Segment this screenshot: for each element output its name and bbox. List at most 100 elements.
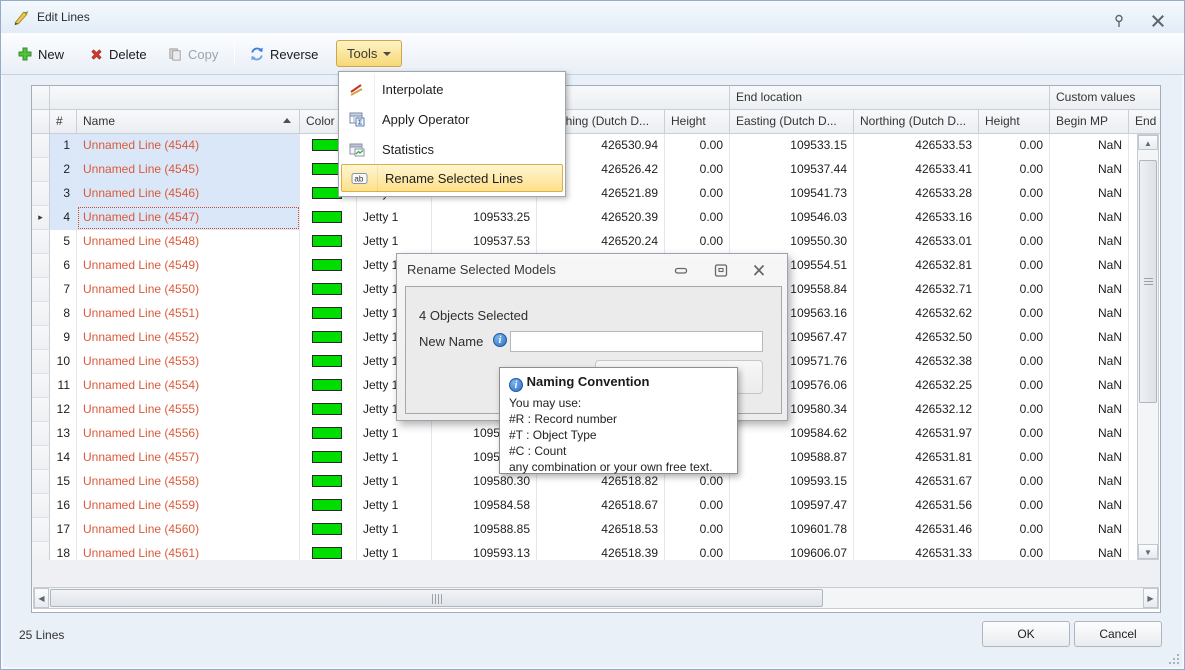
cell-eh[interactable]: 0.00 (979, 542, 1050, 560)
cell-eh[interactable]: 0.00 (979, 470, 1050, 494)
cell-group[interactable]: Jetty 1 (357, 542, 432, 560)
cell-name[interactable]: Unnamed Line (4550) (77, 278, 300, 302)
cell-bh[interactable]: 0.00 (665, 230, 730, 254)
cell-color[interactable] (300, 542, 357, 560)
cell-num[interactable]: 11 (50, 374, 77, 398)
cell-name[interactable]: Unnamed Line (4558) (77, 470, 300, 494)
cell-num[interactable]: 1 (50, 134, 77, 158)
cell-en[interactable]: 426533.53 (854, 134, 979, 158)
ok-button[interactable]: OK (982, 621, 1070, 647)
cell-color[interactable] (300, 206, 357, 230)
cell-eh[interactable]: 0.00 (979, 446, 1050, 470)
cell-eh[interactable]: 0.00 (979, 326, 1050, 350)
copy-button[interactable]: Copy (162, 41, 224, 67)
cell-color[interactable] (300, 254, 357, 278)
column-header-name[interactable]: Name (77, 110, 300, 134)
cell-mp[interactable]: NaN (1050, 230, 1129, 254)
cell-mp[interactable]: NaN (1050, 350, 1129, 374)
cell-eh[interactable]: 0.00 (979, 134, 1050, 158)
cell-en[interactable]: 426531.56 (854, 494, 979, 518)
cell-eh[interactable]: 0.00 (979, 278, 1050, 302)
cell-mp[interactable]: NaN (1050, 206, 1129, 230)
cell-eh[interactable]: 0.00 (979, 350, 1050, 374)
horizontal-scrollbar[interactable]: ◀ ▶ (33, 587, 1159, 609)
cell-bh[interactable]: 0.00 (665, 134, 730, 158)
cell-name[interactable]: Unnamed Line (4551) (77, 302, 300, 326)
cell-bh[interactable]: 0.00 (665, 158, 730, 182)
cell-ee[interactable]: 109550.30 (730, 230, 854, 254)
cell-en[interactable]: 426533.01 (854, 230, 979, 254)
cell-en[interactable]: 426532.25 (854, 374, 979, 398)
cell-mp[interactable]: NaN (1050, 374, 1129, 398)
scroll-up-icon[interactable]: ▲ (1138, 135, 1158, 150)
cell-mp[interactable]: NaN (1050, 542, 1129, 560)
maximize-icon[interactable] (714, 264, 728, 277)
cell-be[interactable]: 109584.58 (432, 494, 537, 518)
new-button[interactable]: New (11, 41, 70, 67)
cell-group[interactable]: Jetty 1 (357, 494, 432, 518)
cell-ee[interactable]: 109601.78 (730, 518, 854, 542)
cell-name[interactable]: Unnamed Line (4560) (77, 518, 300, 542)
cell-color[interactable] (300, 326, 357, 350)
cell-name[interactable]: Unnamed Line (4548) (77, 230, 300, 254)
close-icon[interactable] (752, 264, 766, 277)
cell-bn[interactable]: 426518.67 (537, 494, 665, 518)
cell-name[interactable]: Unnamed Line (4554) (77, 374, 300, 398)
cell-en[interactable]: 426532.50 (854, 326, 979, 350)
scroll-left-icon[interactable]: ◀ (34, 588, 49, 608)
cell-name[interactable]: Unnamed Line (4552) (77, 326, 300, 350)
cell-en[interactable]: 426533.28 (854, 182, 979, 206)
column-header-begin-mp[interactable]: Begin MP (1050, 110, 1129, 134)
cell-num[interactable]: 12 (50, 398, 77, 422)
cell-be[interactable]: 109533.25 (432, 206, 537, 230)
cell-mp[interactable]: NaN (1050, 494, 1129, 518)
cell-group[interactable]: Jetty 1 (357, 422, 432, 446)
cell-eh[interactable]: 0.00 (979, 374, 1050, 398)
menu-item-statistics[interactable]: Statistics (339, 134, 565, 164)
cell-group[interactable]: Jetty 1 (357, 518, 432, 542)
cell-color[interactable] (300, 494, 357, 518)
cell-color[interactable] (300, 446, 357, 470)
cell-num[interactable]: 9 (50, 326, 77, 350)
cell-name[interactable]: Unnamed Line (4547) (77, 206, 300, 230)
reverse-button[interactable]: Reverse (243, 41, 324, 67)
table-row[interactable]: 16Unnamed Line (4559)Jetty 1109584.58426… (32, 494, 1160, 518)
cell-eh[interactable]: 0.00 (979, 206, 1050, 230)
cell-eh[interactable]: 0.00 (979, 398, 1050, 422)
cell-mp[interactable]: NaN (1050, 470, 1129, 494)
cell-eh[interactable]: 0.00 (979, 422, 1050, 446)
cell-name[interactable]: Unnamed Line (4557) (77, 446, 300, 470)
table-row[interactable]: 5Unnamed Line (4548)Jetty 1109537.534265… (32, 230, 1160, 254)
table-row[interactable]: 3Unnamed Line (4546)Jetty 1109530.544265… (32, 182, 1160, 206)
cell-num[interactable]: 2 (50, 158, 77, 182)
cell-num[interactable]: 3 (50, 182, 77, 206)
cell-name[interactable]: Unnamed Line (4556) (77, 422, 300, 446)
cell-name[interactable]: Unnamed Line (4545) (77, 158, 300, 182)
cell-mp[interactable]: NaN (1050, 182, 1129, 206)
cell-en[interactable]: 426532.81 (854, 254, 979, 278)
cell-bn[interactable]: 426520.39 (537, 206, 665, 230)
column-header-end-height[interactable]: Height (979, 110, 1050, 134)
cell-bh[interactable]: 0.00 (665, 542, 730, 560)
cell-name[interactable]: Unnamed Line (4546) (77, 182, 300, 206)
cell-mp[interactable]: NaN (1050, 398, 1129, 422)
cell-be[interactable]: 109537.53 (432, 230, 537, 254)
cell-color[interactable] (300, 518, 357, 542)
delete-button[interactable]: Delete (83, 41, 153, 67)
cell-color[interactable] (300, 470, 357, 494)
close-icon[interactable] (1150, 14, 1166, 28)
table-row[interactable]: 1Unnamed Line (4544)426530.940.00109533.… (32, 134, 1160, 158)
menu-item-interpolate[interactable]: Interpolate (339, 74, 565, 104)
cell-en[interactable]: 426531.46 (854, 518, 979, 542)
table-row[interactable]: 2Unnamed Line (4545)426526.420.00109537.… (32, 158, 1160, 182)
cell-mp[interactable]: NaN (1050, 254, 1129, 278)
cell-bh[interactable]: 0.00 (665, 518, 730, 542)
cell-ee[interactable]: 109606.07 (730, 542, 854, 560)
column-header-end-mp[interactable]: End (1129, 110, 1160, 134)
cell-ee[interactable]: 109597.47 (730, 494, 854, 518)
new-name-input[interactable] (510, 331, 763, 352)
cell-group[interactable]: Jetty 1 (357, 206, 432, 230)
cell-num[interactable]: 8 (50, 302, 77, 326)
scroll-down-icon[interactable]: ▼ (1138, 544, 1158, 559)
cell-mp[interactable]: NaN (1050, 446, 1129, 470)
